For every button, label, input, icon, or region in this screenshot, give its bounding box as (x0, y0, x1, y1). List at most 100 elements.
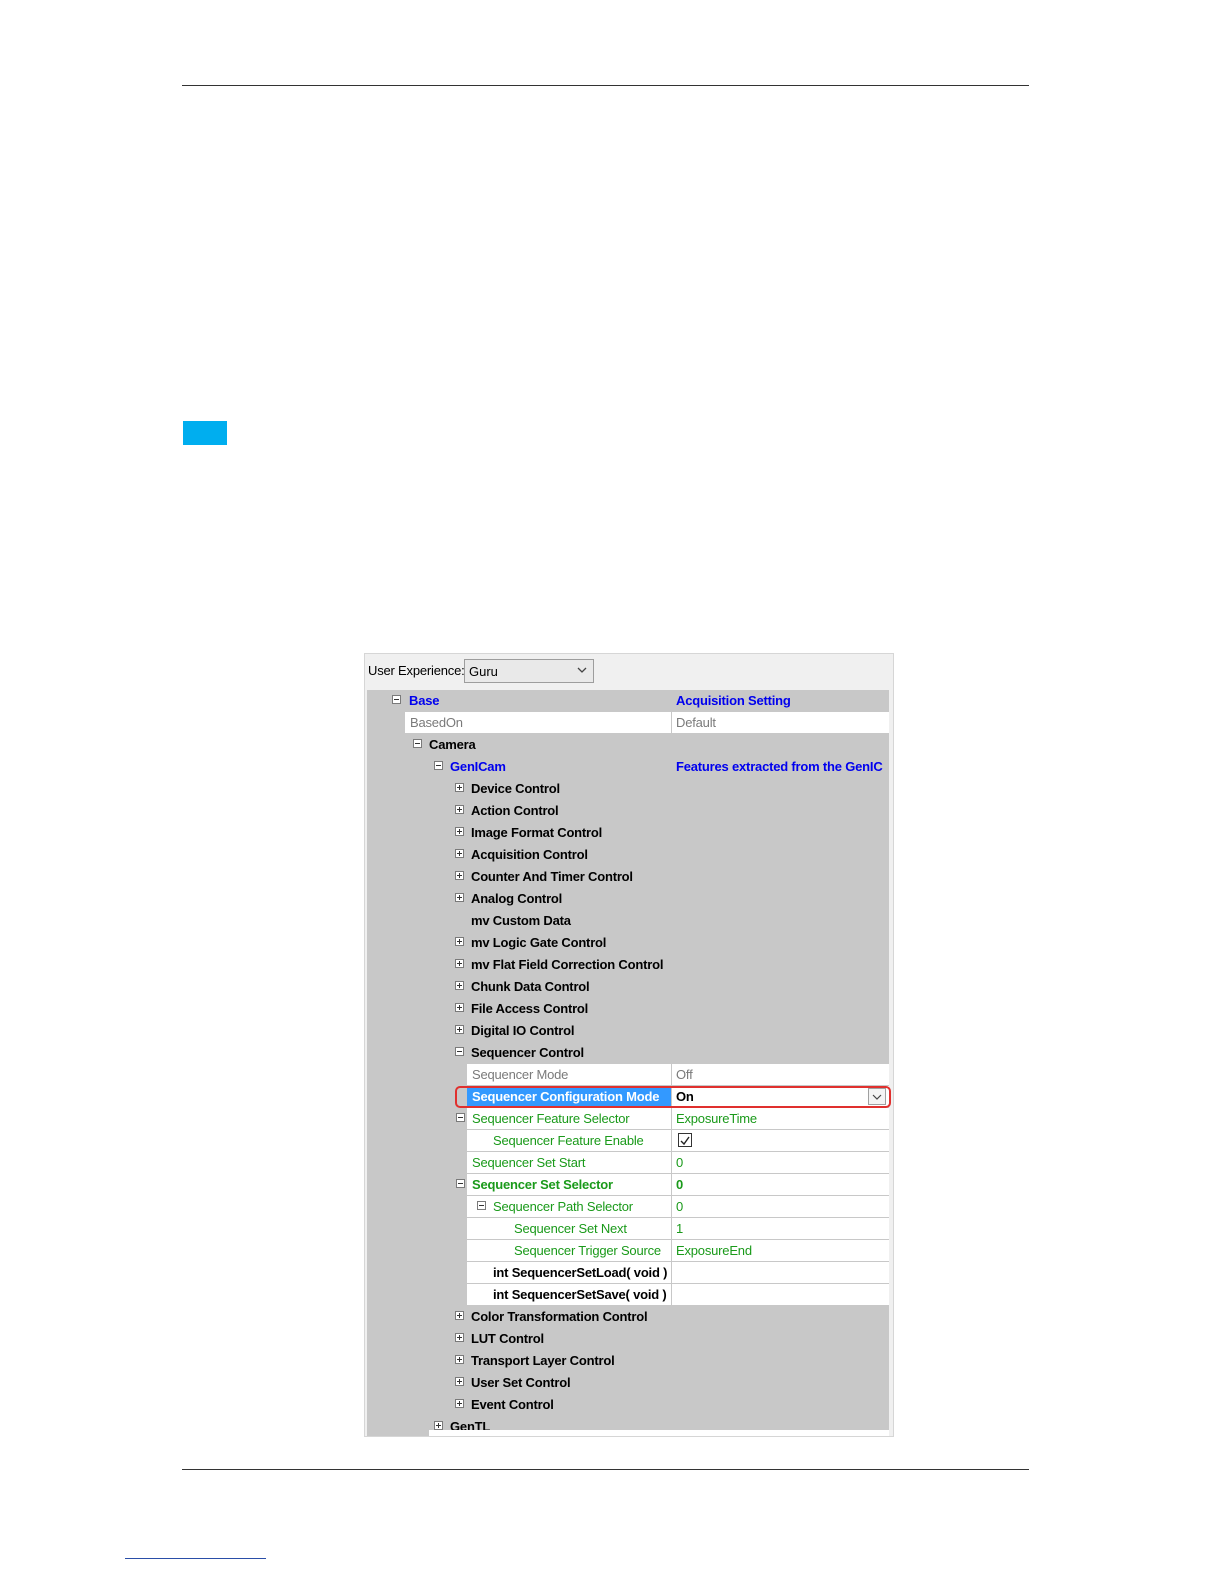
tree-label: User Set Control (471, 1375, 571, 1390)
tree-row-sequencer-set-start[interactable]: Sequencer Set Start 0 (367, 1152, 889, 1174)
user-experience-bar: User Experience: Guru (365, 654, 893, 690)
tree-row-basedon[interactable]: BasedOn Default (367, 712, 889, 734)
tree-row-sequencer-set-load[interactable]: int SequencerSetLoad( void ) (367, 1262, 889, 1284)
expand-icon[interactable] (434, 1421, 443, 1430)
tree-label: Device Control (471, 781, 560, 796)
chevron-down-icon (577, 667, 587, 673)
tree-row-category[interactable]: mv Custom Data (367, 910, 889, 932)
tree-label: Camera (429, 737, 476, 752)
expand-icon[interactable] (455, 959, 464, 968)
tree-row-sequencer-set-selector[interactable]: Sequencer Set Selector 0 (367, 1174, 889, 1196)
user-experience-value: Guru (469, 664, 498, 679)
tree-row-camera[interactable]: Camera (367, 734, 889, 756)
tree-row-category[interactable]: Image Format Control (367, 822, 889, 844)
tree-label: Sequencer Control (471, 1045, 584, 1060)
tree-label: Digital IO Control (471, 1023, 575, 1038)
tree-row-sequencer-control[interactable]: Sequencer Control (367, 1042, 889, 1064)
tree-label: Sequencer Trigger Source (514, 1243, 661, 1258)
grid-bottom-edge (429, 1430, 889, 1436)
tree-label: Sequencer Set Start (472, 1155, 586, 1170)
collapse-icon[interactable] (413, 739, 422, 748)
tree-label: mv Custom Data (471, 913, 571, 928)
collapse-icon[interactable] (477, 1201, 486, 1210)
tree-row-sequencer-feature-selector[interactable]: Sequencer Feature Selector ExposureTime (367, 1108, 889, 1130)
tree-row-sequencer-configuration-mode[interactable]: Sequencer Configuration Mode On (367, 1086, 891, 1108)
tree-label: Transport Layer Control (471, 1353, 615, 1368)
tree-label: BasedOn (410, 715, 463, 730)
expand-icon[interactable] (455, 1025, 464, 1034)
tree-row-sequencer-set-save[interactable]: int SequencerSetSave( void ) (367, 1284, 889, 1306)
tree-value: 0 (676, 1177, 684, 1192)
tree-label: mv Logic Gate Control (471, 935, 607, 950)
expand-icon[interactable] (455, 893, 464, 902)
tree-label: Event Control (471, 1397, 554, 1412)
feature-enable-checkbox[interactable] (678, 1133, 692, 1147)
expand-icon[interactable] (455, 783, 464, 792)
expand-icon[interactable] (455, 871, 464, 880)
tree-label: LUT Control (471, 1331, 544, 1346)
collapse-icon[interactable] (434, 761, 443, 770)
tree-row-sequencer-feature-enable[interactable]: Sequencer Feature Enable (367, 1130, 889, 1152)
tree-row-category[interactable]: User Set Control (367, 1372, 889, 1394)
collapse-icon[interactable] (456, 1113, 465, 1122)
highlight-frame (455, 1086, 891, 1108)
tree-row-sequencer-set-next[interactable]: Sequencer Set Next 1 (367, 1218, 889, 1240)
tree-label: int SequencerSetSave( void ) (493, 1287, 667, 1302)
tree-label: Chunk Data Control (471, 979, 590, 994)
expand-icon[interactable] (455, 827, 464, 836)
expand-icon[interactable] (455, 1333, 464, 1342)
expand-icon[interactable] (455, 1003, 464, 1012)
tree-row-category[interactable]: Analog Control (367, 888, 889, 910)
tree-row-category[interactable]: File Access Control (367, 998, 889, 1020)
tree-row-category[interactable]: Event Control (367, 1394, 889, 1416)
tree-row-base[interactable]: Base Acquisition Setting (367, 690, 889, 712)
tree-row-category[interactable]: Transport Layer Control (367, 1350, 889, 1372)
tree-row-category[interactable]: Device Control (367, 778, 889, 800)
tree-label: Base (409, 693, 440, 708)
tree-row-sequencer-mode[interactable]: Sequencer Mode Off (367, 1064, 889, 1086)
tree-row-category[interactable]: LUT Control (367, 1328, 889, 1350)
expand-icon[interactable] (455, 1377, 464, 1386)
tree-value: 0 (676, 1199, 684, 1214)
tree-label: Sequencer Feature Selector (472, 1111, 630, 1126)
tree-row-genicam[interactable]: GenICam Features extracted from the GenI… (367, 756, 889, 778)
footer-link-underline[interactable] (125, 1558, 266, 1559)
expand-icon[interactable] (455, 849, 464, 858)
tree-row-category[interactable]: Chunk Data Control (367, 976, 889, 998)
tree-value: 0 (676, 1155, 684, 1170)
property-grid: Base Acquisition Setting BasedOn Default… (367, 690, 891, 1436)
expand-icon[interactable] (455, 1399, 464, 1408)
tree-row-sequencer-trigger-source[interactable]: Sequencer Trigger Source ExposureEnd (367, 1240, 889, 1262)
accent-marker (183, 421, 227, 445)
tree-row-category[interactable]: mv Logic Gate Control (367, 932, 889, 954)
user-experience-select[interactable]: Guru (464, 659, 594, 683)
tree-value: ExposureEnd (676, 1243, 752, 1258)
tree-label: mv Flat Field Correction Control (471, 957, 664, 972)
tree-label: Sequencer Set Selector (472, 1177, 613, 1192)
tree-label: Acquisition Control (471, 847, 588, 862)
collapse-icon[interactable] (456, 1179, 465, 1188)
tree-value: Default (676, 715, 716, 730)
expand-icon[interactable] (455, 805, 464, 814)
tree-label: Counter And Timer Control (471, 869, 633, 884)
collapse-icon[interactable] (392, 695, 401, 704)
header-rule (182, 85, 1029, 86)
collapse-icon[interactable] (455, 1047, 464, 1056)
tree-row-category[interactable]: Color Transformation Control (367, 1306, 889, 1328)
tree-label: Color Transformation Control (471, 1309, 648, 1324)
tree-label: int SequencerSetLoad( void ) (493, 1265, 668, 1280)
tree-row-category[interactable]: mv Flat Field Correction Control (367, 954, 889, 976)
tree-row-category[interactable]: Digital IO Control (367, 1020, 889, 1042)
tree-value: Features extracted from the GenIC (676, 759, 883, 774)
user-experience-label: User Experience: (368, 663, 465, 678)
expand-icon[interactable] (455, 981, 464, 990)
expand-icon[interactable] (455, 937, 464, 946)
expand-icon[interactable] (455, 1311, 464, 1320)
tree-row-category[interactable]: Counter And Timer Control (367, 866, 889, 888)
tree-row-category[interactable]: Action Control (367, 800, 889, 822)
tree-label: Action Control (471, 803, 559, 818)
tree-value: Acquisition Setting (676, 693, 791, 708)
expand-icon[interactable] (455, 1355, 464, 1364)
tree-row-sequencer-path-selector[interactable]: Sequencer Path Selector 0 (367, 1196, 889, 1218)
tree-row-category[interactable]: Acquisition Control (367, 844, 889, 866)
